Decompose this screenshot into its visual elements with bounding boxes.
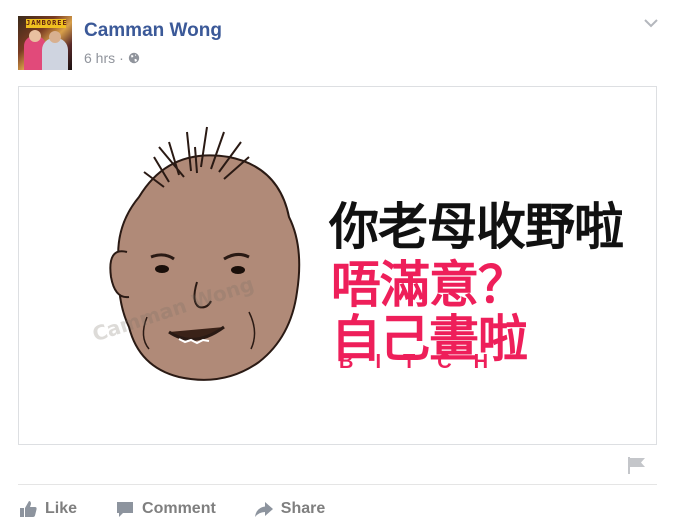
meta-separator: ·	[119, 50, 124, 66]
image-text-line4: BITCH	[339, 351, 511, 373]
feed-post: JAMBOREE Camman Wong 6 hrs · Camman Wong…	[0, 0, 675, 529]
author-name[interactable]: Camman Wong	[84, 20, 222, 42]
post-meta: 6 hrs ·	[84, 50, 140, 66]
avatar-head-right	[49, 31, 61, 43]
avatar-head-left	[29, 30, 41, 42]
post-actions: Like Comment Share	[18, 494, 363, 524]
like-label: Like	[45, 500, 78, 517]
share-button[interactable]: Share	[254, 494, 325, 524]
comment-label: Comment	[142, 500, 216, 517]
flag-icon[interactable]	[626, 455, 648, 475]
globe-icon[interactable]	[128, 52, 140, 64]
chevron-down-icon[interactable]	[643, 17, 659, 29]
comment-button[interactable]: Comment	[115, 494, 216, 524]
share-arrow-icon	[254, 502, 273, 517]
post-timestamp[interactable]: 6 hrs	[84, 50, 115, 66]
thumbs-up-icon	[20, 501, 37, 517]
comment-icon	[117, 502, 134, 517]
post-image[interactable]: Camman Wong 你老母收野啦 唔滿意？ 自己畫啦 BITCH	[18, 86, 657, 445]
avatar[interactable]: JAMBOREE	[18, 16, 72, 70]
like-button[interactable]: Like	[18, 494, 77, 524]
share-label: Share	[280, 500, 326, 517]
actions-divider	[18, 484, 657, 485]
avatar-banner: JAMBOREE	[26, 19, 68, 28]
